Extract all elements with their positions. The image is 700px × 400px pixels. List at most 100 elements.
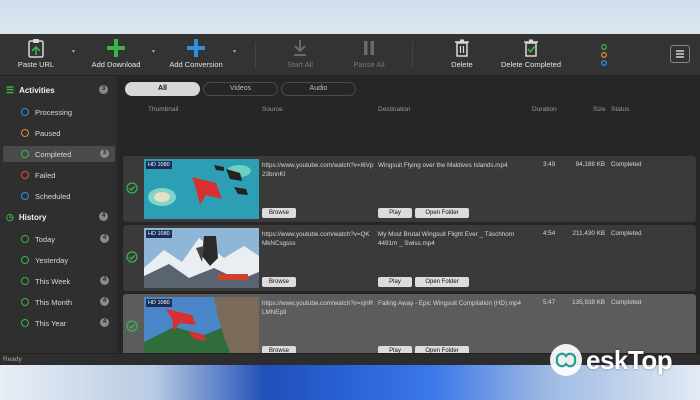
sidebar-item-completed[interactable]: Completed 3 [3, 146, 115, 162]
source-url: https://www.youtube.com/watch?v=xjnRLMNE… [262, 300, 374, 316]
count-badge: 4 [100, 318, 109, 327]
watermark-logo: eskTop [548, 340, 698, 380]
clock-icon [21, 256, 29, 264]
tab-videos[interactable]: Videos [203, 82, 278, 96]
sidebar-item-failed[interactable]: Failed [3, 167, 115, 183]
start-all-button[interactable]: Start All [280, 38, 320, 69]
open-folder-button[interactable]: Open Folder [415, 277, 469, 287]
count-badge: 3 [99, 85, 108, 94]
quality-badge: HD 1080 [146, 299, 172, 307]
desktop-background-top [0, 0, 700, 34]
trash-icon [455, 39, 469, 57]
delete-completed-button[interactable]: Delete Completed [498, 38, 564, 69]
count-badge: 4 [99, 212, 108, 221]
duration-value: 4:54 [543, 230, 556, 237]
sidebar: ☰ Activities 3 Processing Paused Complet… [0, 76, 118, 353]
sidebar-item-yesterday[interactable]: Yesterday [3, 252, 115, 268]
size-value: 211,430 KB [572, 230, 605, 237]
menu-button[interactable] [670, 45, 690, 63]
completed-check-icon [126, 251, 138, 263]
size-value: 94,188 KB [575, 161, 605, 168]
sidebar-item-processing[interactable]: Processing [3, 104, 115, 120]
toolbar-separator [255, 42, 256, 68]
sidebar-history-header[interactable]: ◷ History 4 [6, 210, 114, 224]
clock-icon [21, 235, 29, 243]
source-url: https://www.youtube.com/watch?v=QKMkNCsg… [262, 231, 370, 247]
downloads-panel: All Videos Audio Thumbnail Source Destin… [119, 76, 700, 360]
browse-button[interactable]: Browse [262, 208, 296, 218]
column-header-source[interactable]: Source [262, 106, 283, 113]
status-value: Completed [611, 299, 642, 306]
status-value: Completed [611, 161, 642, 168]
toolbar-separator [412, 42, 413, 68]
count-badge: 4 [100, 234, 109, 243]
add-download-dropdown-icon[interactable]: ▾ [152, 48, 155, 55]
paste-url-button[interactable]: Paste URL [16, 38, 56, 69]
sidebar-item-this-month[interactable]: This Month 4 [3, 294, 115, 310]
sidebar-item-scheduled[interactable]: Scheduled [3, 188, 115, 204]
open-folder-button[interactable]: Open Folder [415, 208, 469, 218]
video-thumbnail: HD 1080 [144, 159, 259, 219]
quality-badge: HD 1080 [146, 230, 172, 238]
processing-icon [21, 108, 29, 116]
tab-all[interactable]: All [125, 82, 200, 96]
column-header-status[interactable]: Status [611, 106, 629, 113]
status-value: Completed [611, 230, 642, 237]
app-window: Paste URL ▾ Add Download ▾ Add Conversio… [0, 34, 700, 365]
sidebar-item-paused[interactable]: Paused [3, 125, 115, 141]
plus-green-icon [107, 39, 125, 57]
duration-value: 5:47 [543, 299, 556, 306]
video-thumbnail: HD 1080 [144, 228, 259, 288]
scheduled-icon [21, 192, 29, 200]
add-download-button[interactable]: Add Download [88, 38, 144, 69]
destination-file: Falling Away - Epic Wingsuit Compilation… [378, 300, 522, 307]
watermark-text: eskTop [586, 344, 673, 375]
completed-check-icon [126, 320, 138, 332]
pause-all-button[interactable]: Pause All [349, 38, 389, 69]
download-arrow-icon [294, 40, 306, 56]
clipboard-icon [28, 39, 44, 58]
table-row[interactable]: HD 1080 https://www.youtube.com/watch?v=… [123, 156, 696, 222]
add-conversion-dropdown-icon[interactable]: ▾ [233, 48, 236, 55]
column-header-size[interactable]: Size [593, 106, 606, 113]
sidebar-item-this-week[interactable]: This Week 4 [3, 273, 115, 289]
toolbar: Paste URL ▾ Add Download ▾ Add Conversio… [0, 34, 700, 76]
hamburger-icon [676, 50, 684, 58]
column-header-thumbnail[interactable]: Thumbnail [148, 106, 178, 113]
watermark-logo-icon [550, 344, 582, 376]
clock-icon [21, 298, 29, 306]
clock-icon [21, 277, 29, 285]
duration-value: 3:49 [543, 161, 556, 168]
completed-check-icon [126, 182, 138, 194]
pause-icon [364, 41, 374, 55]
status-legend-icon[interactable] [600, 43, 608, 67]
column-header-duration[interactable]: Duration [532, 106, 557, 113]
count-badge: 4 [100, 297, 109, 306]
clock-icon [21, 319, 29, 327]
delete-button[interactable]: Delete [446, 38, 478, 69]
source-url: https://www.youtube.com/watch?v=I6Vp23bn… [262, 162, 374, 178]
sidebar-activities-header[interactable]: ☰ Activities 3 [6, 83, 114, 97]
paused-icon [21, 129, 29, 137]
history-clock-icon: ◷ [6, 211, 14, 222]
failed-icon [21, 171, 29, 179]
tab-audio[interactable]: Audio [281, 82, 356, 96]
trash-check-icon [524, 39, 538, 57]
count-badge: 3 [100, 149, 109, 158]
browse-button[interactable]: Browse [262, 277, 296, 287]
table-row[interactable]: HD 1080 https://www.youtube.com/watch?v=… [123, 225, 696, 291]
completed-icon [21, 150, 29, 158]
plus-blue-icon [187, 39, 205, 57]
count-badge: 4 [100, 276, 109, 285]
add-conversion-button[interactable]: Add Conversion [166, 38, 226, 69]
sidebar-item-this-year[interactable]: This Year 4 [3, 315, 115, 331]
paste-url-dropdown-icon[interactable]: ▾ [72, 48, 75, 55]
list-icon: ☰ [6, 84, 15, 95]
sidebar-item-today[interactable]: Today 4 [3, 231, 115, 247]
destination-file: My Most Brutal Wingsuit Flight Ever _ Tä… [378, 231, 515, 247]
size-value: 135,938 KB [572, 299, 605, 306]
column-header-destination[interactable]: Destination [378, 106, 411, 113]
video-thumbnail: HD 1080 [144, 297, 259, 357]
play-button[interactable]: Play [378, 277, 412, 287]
play-button[interactable]: Play [378, 208, 412, 218]
